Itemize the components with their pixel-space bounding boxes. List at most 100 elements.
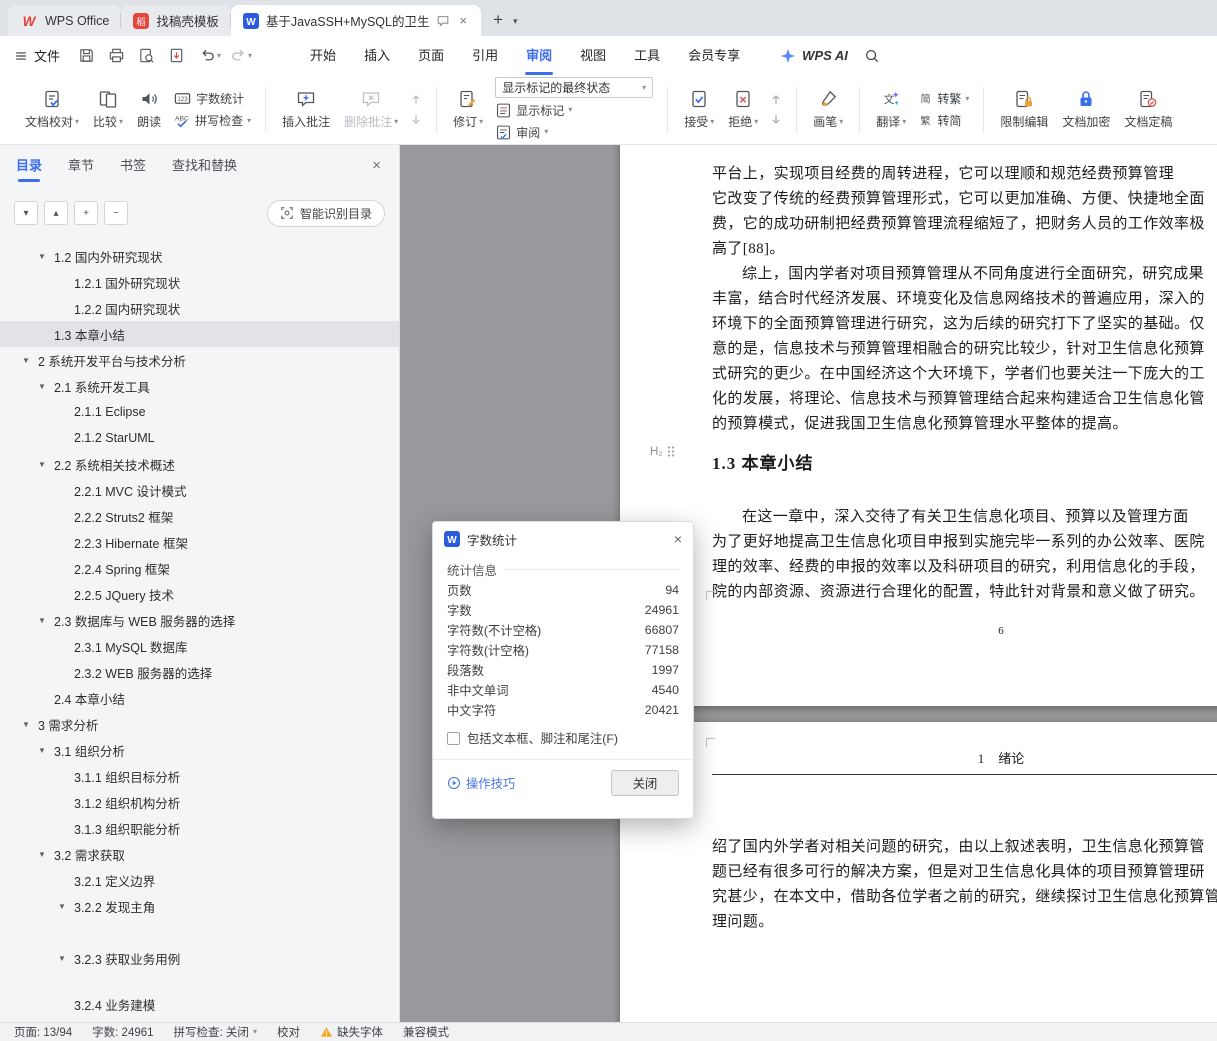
toc-item[interactable]: 2.3.2 WEB 服务器的选择 bbox=[0, 659, 399, 685]
include-footnotes-checkbox[interactable]: 包括文本框、脚注和尾注(F) bbox=[447, 729, 679, 747]
ribbon-zh-fan-button[interactable]: 繁转简 bbox=[918, 111, 969, 131]
chevron-down-button[interactable]: ▾ bbox=[14, 201, 38, 225]
ribbon-review-button[interactable]: 审阅 ▾ bbox=[495, 122, 653, 142]
ribbon-spell-button[interactable]: ABC 拼写检查 ▾ bbox=[173, 111, 251, 131]
redo-button[interactable]: ▾ bbox=[230, 47, 252, 64]
toc-item[interactable]: ▼ 3 需求分析 bbox=[0, 711, 399, 737]
status-compat-mode[interactable]: 兼容模式 bbox=[393, 1024, 459, 1040]
expand-triangle-icon[interactable]: ▼ bbox=[58, 954, 66, 963]
expand-triangle-icon[interactable]: ▼ bbox=[22, 720, 30, 729]
dialog-titlebar[interactable]: W 字数统计 × bbox=[433, 522, 693, 556]
ribbon-translate-button[interactable]: 文翻译 ▾ bbox=[869, 86, 913, 133]
window-tab-docer-template[interactable]: 稻找稿壳模板 bbox=[121, 5, 231, 36]
markup-state-combobox[interactable]: 显示标记的最终状态 ▾ bbox=[495, 77, 654, 98]
chevron-up-button[interactable]: ▴ bbox=[44, 201, 68, 225]
plus-button[interactable]: + bbox=[74, 201, 98, 225]
ribbon-tab-引用[interactable]: 引用 bbox=[458, 36, 512, 75]
ribbon-proof-button[interactable]: 文档校对 ▾ bbox=[18, 86, 86, 133]
ribbon-markup-button[interactable]: 显示标记 ▾ bbox=[495, 100, 653, 120]
status-spellcheck-toggle[interactable]: 拼写检查: 关闭 ▾ bbox=[164, 1024, 267, 1040]
toc-item[interactable]: 2.1.2 StarUML bbox=[0, 425, 399, 451]
sidebar-tab-查找和替换[interactable]: 查找和替换 bbox=[172, 145, 237, 187]
tab-close-icon[interactable]: × bbox=[457, 13, 469, 28]
tips-link[interactable]: 操作技巧 bbox=[447, 774, 515, 792]
toc-item[interactable]: 2.4 本章小结 bbox=[0, 685, 399, 711]
next-change-button[interactable] bbox=[769, 113, 783, 126]
ribbon-bubble-del-button[interactable]: 删除批注 ▾ bbox=[337, 86, 405, 133]
window-tab-wps-home[interactable]: W WPS Office bbox=[8, 5, 122, 36]
toc-item[interactable]: ▼ 2.2 系统相关技术概述 bbox=[0, 451, 399, 477]
close-button[interactable]: 关闭 bbox=[611, 770, 679, 796]
toc-item[interactable]: 2.2.1 MVC 设计模式 bbox=[0, 477, 399, 503]
smart-toc-button[interactable]: 智能识别目录 bbox=[266, 199, 385, 227]
toc-item[interactable]: 2.2.2 Struts2 框架 bbox=[0, 503, 399, 529]
ribbon-final-button[interactable]: 文档定稿 bbox=[1117, 86, 1179, 133]
ribbon-tab-审阅[interactable]: 审阅 bbox=[512, 36, 566, 75]
expand-triangle-icon[interactable]: ▼ bbox=[22, 356, 30, 365]
toc-item[interactable]: ▼ 3.1 组织分析 bbox=[0, 737, 399, 763]
ribbon-bubble-add-button[interactable]: 插入批注 bbox=[275, 86, 337, 133]
toc-item[interactable]: 3.2.4 业务建模 bbox=[0, 991, 399, 1017]
undo-button[interactable]: ▾ bbox=[199, 47, 221, 64]
status-page-indicator[interactable]: 页面: 13/94 bbox=[4, 1024, 82, 1040]
toc-item[interactable]: 3.1.1 组织目标分析 bbox=[0, 763, 399, 789]
expand-triangle-icon[interactable]: ▼ bbox=[38, 382, 46, 391]
comment-bubble-icon[interactable] bbox=[436, 14, 450, 28]
sidebar-tab-章节[interactable]: 章节 bbox=[68, 145, 94, 187]
status-word-count[interactable]: 字数: 24961 bbox=[82, 1024, 163, 1040]
ribbon-tab-插入[interactable]: 插入 bbox=[350, 36, 404, 75]
toc-item[interactable]: 1.2.1 国外研究现状 bbox=[0, 269, 399, 295]
drag-handle-icon[interactable] bbox=[667, 445, 675, 458]
toc-item[interactable]: 1.3 本章小结 bbox=[0, 321, 399, 347]
ribbon-zh-jian-button[interactable]: 简转繁 ▾ bbox=[918, 89, 970, 109]
minus-button[interactable]: − bbox=[104, 201, 128, 225]
tab-list-chevron-icon[interactable]: ▾ bbox=[513, 16, 518, 27]
expand-triangle-icon[interactable]: ▼ bbox=[38, 616, 46, 625]
toc-item[interactable]: ▼ 3.2 需求获取 bbox=[0, 841, 399, 867]
ribbon-speaker-button[interactable]: 朗读 bbox=[130, 86, 168, 133]
toc-item[interactable]: 3.2.1 定义边界 bbox=[0, 867, 399, 893]
expand-triangle-icon[interactable]: ▼ bbox=[58, 902, 66, 911]
print-button[interactable] bbox=[108, 47, 125, 64]
document-page-2[interactable]: 1 绪论 绍了国内外学者对相关问题的研究，由以上叙述表明，卫生信息化预算管 题已经有… bbox=[620, 722, 1217, 1022]
toc-item[interactable]: ▼ 1.2 国内外研究现状 bbox=[0, 243, 399, 269]
toc-item[interactable]: 3.1.2 组织机构分析 bbox=[0, 789, 399, 815]
new-tab-button[interactable]: + bbox=[493, 10, 503, 30]
status-proofread[interactable]: 校对 bbox=[267, 1024, 310, 1040]
toc-item[interactable]: ▼ 2.1 系统开发工具 bbox=[0, 373, 399, 399]
ribbon-count-button[interactable]: 123 字数统计 bbox=[173, 89, 251, 109]
toc-item[interactable]: 2.2.3 Hibernate 框架 bbox=[0, 529, 399, 555]
ribbon-encrypt-button[interactable]: 文档加密 bbox=[1055, 86, 1117, 133]
toc-item[interactable]: 2.1.1 Eclipse bbox=[0, 399, 399, 425]
expand-triangle-icon[interactable]: ▼ bbox=[38, 252, 46, 261]
expand-triangle-icon[interactable]: ▼ bbox=[38, 746, 46, 755]
ribbon-tab-开始[interactable]: 开始 bbox=[296, 36, 350, 75]
ribbon-tab-工具[interactable]: 工具 bbox=[620, 36, 674, 75]
toc-item[interactable]: 2.3.1 MySQL 数据库 bbox=[0, 633, 399, 659]
ribbon-compare-button[interactable]: 比较 ▾ bbox=[86, 86, 130, 133]
prev-comment-button[interactable] bbox=[409, 93, 423, 106]
sidebar-close-icon[interactable]: × bbox=[372, 145, 381, 187]
expand-triangle-icon[interactable]: ▼ bbox=[38, 850, 46, 859]
toc-item[interactable]: ▼ 3.2.2 发现主角 bbox=[0, 893, 399, 919]
window-tab-document[interactable]: W 基于JavaSSH+MySQL的卫生 × bbox=[230, 5, 482, 36]
prev-change-button[interactable] bbox=[769, 93, 783, 106]
preview-button[interactable] bbox=[138, 47, 155, 64]
ribbon-accept-button[interactable]: 接受 ▾ bbox=[677, 86, 721, 133]
expand-triangle-icon[interactable]: ▼ bbox=[38, 460, 46, 469]
ribbon-tab-视图[interactable]: 视图 bbox=[566, 36, 620, 75]
wps-ai-button[interactable]: WPS AI bbox=[780, 48, 848, 64]
heading-level-marker[interactable]: H₂ bbox=[650, 445, 675, 458]
ribbon-reject-button[interactable]: 拒绝 ▾ bbox=[721, 86, 765, 133]
checkbox-icon[interactable] bbox=[447, 731, 460, 745]
ribbon-tab-会员专享[interactable]: 会员专享 bbox=[674, 36, 754, 75]
toc-item[interactable]: 1.2.2 国内研究现状 bbox=[0, 295, 399, 321]
ribbon-restrict-button[interactable]: 限制编辑 bbox=[993, 86, 1055, 133]
save-button[interactable] bbox=[78, 47, 95, 64]
document-page-1[interactable]: 平台上，实现项目经费的周转进程，它可以理顺和规范经费预算管理 它改变了传统的经费预… bbox=[620, 145, 1217, 706]
toc-item[interactable]: ▼ 2 系统开发平台与技术分析 bbox=[0, 347, 399, 373]
toc-item[interactable]: ▼ 3.2.3 获取业务用例 bbox=[0, 945, 399, 971]
toc-item[interactable]: 2.2.5 JQuery 技术 bbox=[0, 581, 399, 607]
file-menu-button[interactable]: 文件 bbox=[14, 46, 60, 65]
sidebar-tab-目录[interactable]: 目录 bbox=[16, 145, 42, 187]
